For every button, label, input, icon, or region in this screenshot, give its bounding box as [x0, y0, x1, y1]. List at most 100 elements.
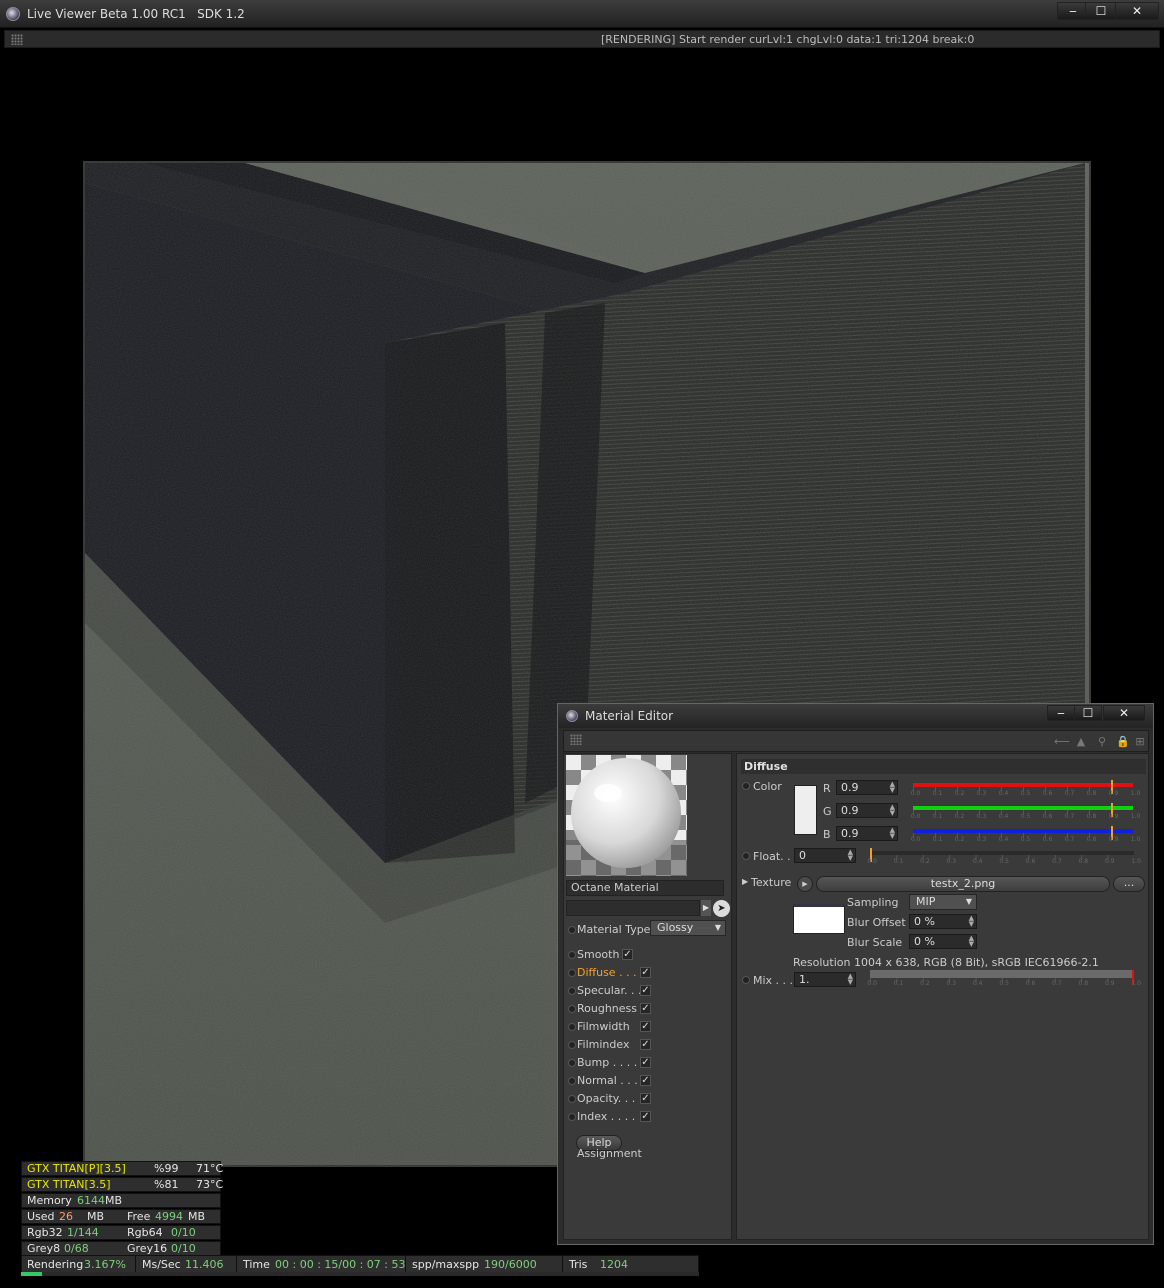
channel-checkbox[interactable]: ✓ — [640, 1039, 651, 1050]
used-value: 26 — [59, 1210, 73, 1223]
channel-label[interactable]: Specular. . . — [577, 984, 642, 997]
b-slider[interactable]: 0.0 0.1 0.2 0.3 0.4 0.5 0.6 0.7 0.8 0.9 1.0 — [911, 826, 1140, 844]
channel-label[interactable]: Normal . . . — [577, 1074, 638, 1087]
b-input[interactable]: 0.9 ▲ ▼ — [836, 826, 898, 841]
pin-icon[interactable]: ⚲ — [1095, 735, 1109, 748]
spinner-icon[interactable]: ▲ ▼ — [890, 781, 895, 794]
spinner-icon[interactable]: ▲ ▼ — [890, 827, 895, 840]
channel-radio[interactable] — [568, 1095, 576, 1103]
texture-browse-button[interactable]: ... — [1113, 876, 1145, 892]
channel-checkbox[interactable]: ✓ — [640, 1003, 651, 1014]
assignment-label[interactable]: Assignment — [577, 1147, 642, 1160]
diffuse-header: Diffuse — [741, 759, 1146, 774]
channel-radio[interactable] — [568, 1059, 576, 1067]
scale-tick-label: 0.9 — [1108, 813, 1119, 820]
float-radio[interactable] — [742, 852, 750, 860]
g-slider[interactable]: 0.0 0.1 0.2 0.3 0.4 0.5 0.6 0.7 0.8 0.9 1.0 — [910, 803, 1140, 821]
channel-checkbox[interactable]: ✓ — [640, 1075, 651, 1086]
texture-play-icon[interactable]: ▶ — [797, 876, 813, 892]
channel-checkbox[interactable]: ✓ — [640, 1111, 651, 1122]
close-button[interactable]: ✕ — [1115, 2, 1159, 20]
color-swatch[interactable] — [794, 785, 817, 835]
mix-slider[interactable]: 0.0 0.1 0.2 0.3 0.4 0.5 0.6 0.7 0.8 0.9 1.0 — [867, 970, 1141, 988]
arrow-back-icon[interactable]: ⟵ — [1054, 735, 1070, 748]
scale-tick-label: 0.4 — [972, 858, 983, 865]
spinner-icon[interactable]: ▲ ▼ — [890, 804, 895, 817]
main-title-bar: Live Viewer Beta 1.00 RC1 SDK 1.2 ‒ ☐ ✕ — [0, 0, 1164, 28]
channel-label[interactable]: Bump . . . . — [577, 1056, 637, 1069]
mix-radio[interactable] — [742, 976, 750, 984]
scale-tick-label: 0.4 — [998, 813, 1009, 820]
channel-checkbox[interactable]: ✓ — [640, 1093, 651, 1104]
free-value: 4994 — [155, 1210, 183, 1223]
texture-file-button[interactable]: testx_2.png — [816, 876, 1110, 892]
scale-tick-label: 0.8 — [1086, 790, 1097, 797]
channel-checkbox[interactable]: ✓ — [640, 1021, 651, 1032]
collapse-arrow-icon[interactable]: ▶ — [742, 877, 748, 886]
scale-tick-label: 0.1 — [932, 790, 943, 797]
channel-label[interactable]: Filmindex — [577, 1038, 629, 1051]
channel-label[interactable]: Roughness — [577, 1002, 637, 1015]
close-button[interactable]: ✕ — [1103, 705, 1145, 721]
channel-label[interactable]: Index . . . . — [577, 1110, 635, 1123]
channel-label[interactable]: Diffuse . . . — [577, 966, 637, 979]
spinner-icon[interactable]: ▲ ▼ — [969, 935, 974, 948]
scale-tick-label: 0.0 — [910, 813, 921, 820]
channel-checkbox[interactable]: ✓ — [640, 1057, 651, 1068]
maximize-button[interactable]: ☐ — [1085, 2, 1117, 20]
channel-radio[interactable] — [568, 969, 576, 977]
channel-label[interactable]: Smooth — [577, 948, 619, 961]
minimize-button[interactable]: ‒ — [1047, 705, 1075, 721]
scale-tick-label: 0.1 — [932, 813, 943, 820]
channel-radio[interactable] — [568, 987, 576, 995]
scale-tick-label: 1.0 — [1130, 790, 1141, 797]
channel-radio[interactable] — [568, 1041, 576, 1049]
spinner-icon[interactable]: ▲ ▼ — [848, 973, 853, 986]
ms-value: 11.406 — [185, 1258, 224, 1271]
channel-radio[interactable] — [568, 1005, 576, 1013]
sampling-select[interactable]: MIP ▼ — [909, 894, 977, 910]
slider-scale: 0.0 0.1 0.2 0.3 0.4 0.5 0.6 0.7 0.8 0.9 1.0 — [867, 858, 1141, 866]
channel-checkbox[interactable]: ✓ — [640, 985, 651, 996]
material-type-radio[interactable] — [568, 926, 576, 934]
channel-radio[interactable] — [568, 951, 576, 959]
r-input[interactable]: 0.9 ▲ ▼ — [836, 780, 898, 795]
spinner-icon[interactable]: ▲ ▼ — [969, 915, 974, 928]
channel-radio[interactable] — [568, 1113, 576, 1121]
material-editor-title-bar[interactable]: Material Editor ‒ ☐ ✕ — [558, 704, 1153, 728]
mix-label: Mix . . . — [753, 974, 794, 987]
render-progress-bar — [21, 1272, 699, 1276]
color-radio[interactable] — [742, 782, 750, 790]
scale-tick-label: 0.6 — [1025, 858, 1036, 865]
grip-icon[interactable] — [11, 34, 23, 45]
texture-resolution: Resolution 1004 x 638, RGB (8 Bit), sRGB… — [793, 956, 1099, 969]
channel-label[interactable]: Filmwidth — [577, 1020, 630, 1033]
play-arrow-icon[interactable]: ▶ — [701, 900, 711, 916]
material-editor-toolbar: ⟵ ▲ ⚲ 🔒 ⊞ — [563, 730, 1149, 752]
blur-scale-input[interactable]: 0 % ▲ ▼ — [909, 934, 977, 949]
material-search-input[interactable] — [566, 900, 700, 916]
cinema4d-app-icon — [566, 710, 578, 722]
channel-checkbox[interactable]: ✓ — [640, 967, 651, 978]
pick-cursor-icon[interactable]: ➤ — [713, 900, 730, 917]
slider-scale: 0.0 0.1 0.2 0.3 0.4 0.5 0.6 0.7 0.8 0.9 1.0 — [867, 980, 1141, 988]
scale-tick-label: 0.8 — [1086, 836, 1097, 843]
g-input[interactable]: 0.9 ▲ ▼ — [836, 803, 898, 818]
material-preview[interactable] — [566, 755, 687, 876]
float-slider[interactable]: 0.0 0.1 0.2 0.3 0.4 0.5 0.6 0.7 0.8 0.9 1.0 — [867, 848, 1141, 866]
arrow-up-icon[interactable]: ▲ — [1074, 735, 1088, 748]
lock-icon[interactable]: 🔒 — [1116, 735, 1130, 748]
blur-offset-input[interactable]: 0 % ▲ ▼ — [909, 914, 977, 929]
channel-radio[interactable] — [568, 1077, 576, 1085]
new-panel-icon[interactable]: ⊞ — [1133, 735, 1147, 748]
channel-label[interactable]: Opacity. . . — [577, 1092, 635, 1105]
maximize-button[interactable]: ☐ — [1074, 705, 1102, 721]
material-type-select[interactable]: Glossy ▼ — [650, 920, 726, 936]
spinner-icon[interactable]: ▲ ▼ — [848, 849, 853, 862]
channel-checkbox[interactable]: ✓ — [622, 949, 633, 960]
mix-input[interactable]: 1. ▲ ▼ — [794, 972, 856, 987]
float-input[interactable]: 0 ▲ ▼ — [794, 848, 856, 863]
grip-icon[interactable] — [570, 734, 582, 745]
channel-radio[interactable] — [568, 1023, 576, 1031]
r-slider[interactable]: 0.0 0.1 0.2 0.3 0.4 0.5 0.6 0.7 0.8 0.9 1.0 — [911, 780, 1140, 798]
